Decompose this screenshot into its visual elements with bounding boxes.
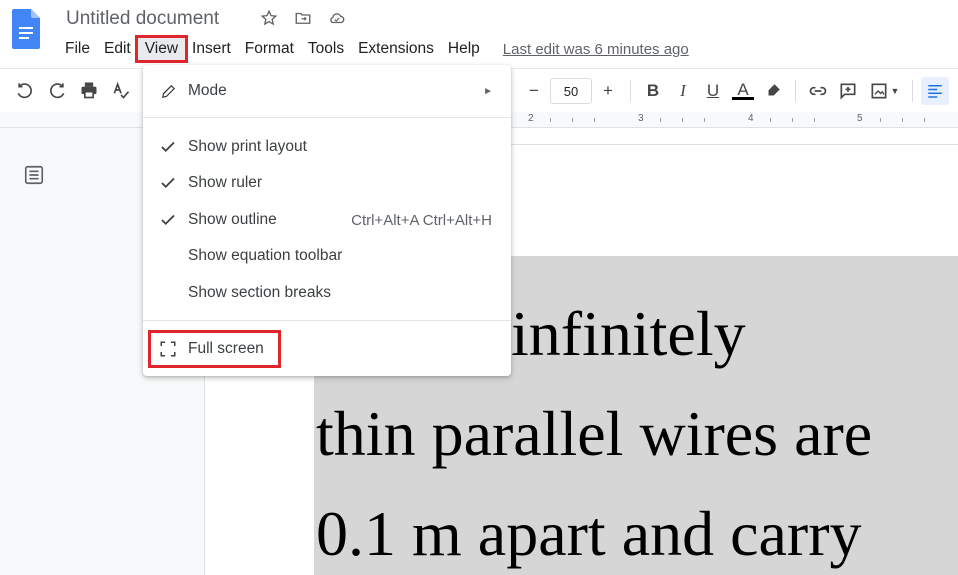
ruler-tick (770, 118, 771, 122)
menu-divider (143, 320, 511, 321)
ruler-tick (660, 118, 661, 122)
pencil-icon (158, 81, 178, 101)
menu-file[interactable]: File (58, 38, 97, 60)
menu-format[interactable]: Format (238, 38, 301, 60)
view-menu-dropdown: Mode ► Show print layout Show ruler Show… (143, 65, 511, 376)
ruler-tick (682, 118, 683, 122)
submenu-arrow-icon: ► (483, 85, 493, 97)
decrease-size-icon[interactable]: − (520, 77, 548, 105)
menu-item-label: Show print layout (188, 138, 307, 155)
ruler-tick (924, 118, 925, 122)
document-title[interactable]: Untitled document (66, 8, 219, 30)
document-outline-icon[interactable] (23, 164, 45, 186)
ruler-tick (880, 118, 881, 122)
link-icon[interactable] (804, 77, 832, 105)
menu-item-label: Show equation toolbar (188, 247, 343, 264)
ruler-label: 3 (638, 113, 644, 124)
menu-item-show-print-layout[interactable]: Show print layout (143, 130, 511, 164)
highlight-frame (148, 330, 281, 368)
redo-icon[interactable] (46, 79, 68, 101)
ruler-tick (902, 118, 903, 122)
ruler-tick (704, 118, 705, 122)
title-actions (259, 8, 347, 28)
ruler-label: 4 (748, 113, 754, 124)
menu-item-label: Show section breaks (188, 284, 332, 301)
menu-item-label: Show outline (188, 211, 277, 228)
ruler-tick (550, 118, 551, 122)
align-left-icon[interactable] (921, 77, 949, 105)
menu-item-show-equation-toolbar[interactable]: Show equation toolbar (143, 239, 511, 273)
menu-tools[interactable]: Tools (301, 38, 351, 60)
ruler-tick (594, 118, 595, 122)
ruler-label: 2 (528, 113, 534, 124)
menu-view[interactable]: View (134, 35, 189, 63)
toolbar-divider (912, 80, 913, 102)
menu-insert[interactable]: Insert (185, 38, 238, 60)
italic-icon[interactable]: I (669, 77, 697, 105)
move-folder-icon[interactable] (293, 8, 313, 28)
menu-extensions[interactable]: Extensions (351, 38, 441, 60)
menu-item-mode[interactable]: Mode ► (143, 74, 511, 108)
highlight-icon[interactable] (759, 77, 787, 105)
increase-size-icon[interactable]: + (594, 77, 622, 105)
check-icon (158, 137, 178, 157)
cloud-status-icon[interactable] (327, 8, 347, 28)
check-icon (158, 210, 178, 230)
docs-app: Untitled document File Edit View Insert … (0, 0, 958, 575)
undo-icon[interactable] (14, 79, 36, 101)
ruler-scale: 2 3 4 5 (510, 112, 958, 128)
comment-icon[interactable] (834, 77, 862, 105)
text-color-icon[interactable]: A (729, 77, 757, 105)
ruler-label: 5 (857, 113, 863, 124)
font-size-input[interactable]: 50 (550, 78, 592, 104)
menu-divider (143, 117, 511, 118)
menu-item-show-outline[interactable]: Show outline Ctrl+Alt+A Ctrl+Alt+H (143, 203, 511, 237)
menu-item-show-ruler[interactable]: Show ruler (143, 166, 511, 200)
print-icon[interactable] (78, 79, 100, 101)
bold-icon[interactable]: B (639, 77, 667, 105)
ruler-tick (814, 118, 815, 122)
menu-item-show-section-breaks[interactable]: Show section breaks (143, 276, 511, 310)
toolbar-divider (795, 80, 796, 102)
document-line: 0.1 m apart and carry (316, 498, 862, 569)
menu-item-label: Show ruler (188, 174, 263, 191)
menu-help[interactable]: Help (441, 38, 487, 60)
keyboard-shortcut: Ctrl+Alt+A Ctrl+Alt+H (351, 211, 492, 229)
docs-logo-icon[interactable] (12, 9, 40, 49)
underline-icon[interactable]: U (699, 77, 727, 105)
star-icon[interactable] (259, 8, 279, 28)
menu-item-label: Mode (188, 82, 227, 99)
last-edit-link[interactable]: Last edit was 6 minutes ago (503, 41, 689, 58)
check-icon (158, 173, 178, 193)
toolbar-divider (630, 80, 631, 102)
ruler-tick (572, 118, 573, 122)
menu-edit[interactable]: Edit (97, 38, 138, 60)
image-icon[interactable]: ▼ (864, 77, 904, 105)
document-line: thin parallel wires are (316, 398, 873, 469)
ruler-tick (792, 118, 793, 122)
menu-bar: File Edit View Insert Format Tools Exten… (58, 35, 689, 63)
spellcheck-icon[interactable] (110, 79, 132, 101)
